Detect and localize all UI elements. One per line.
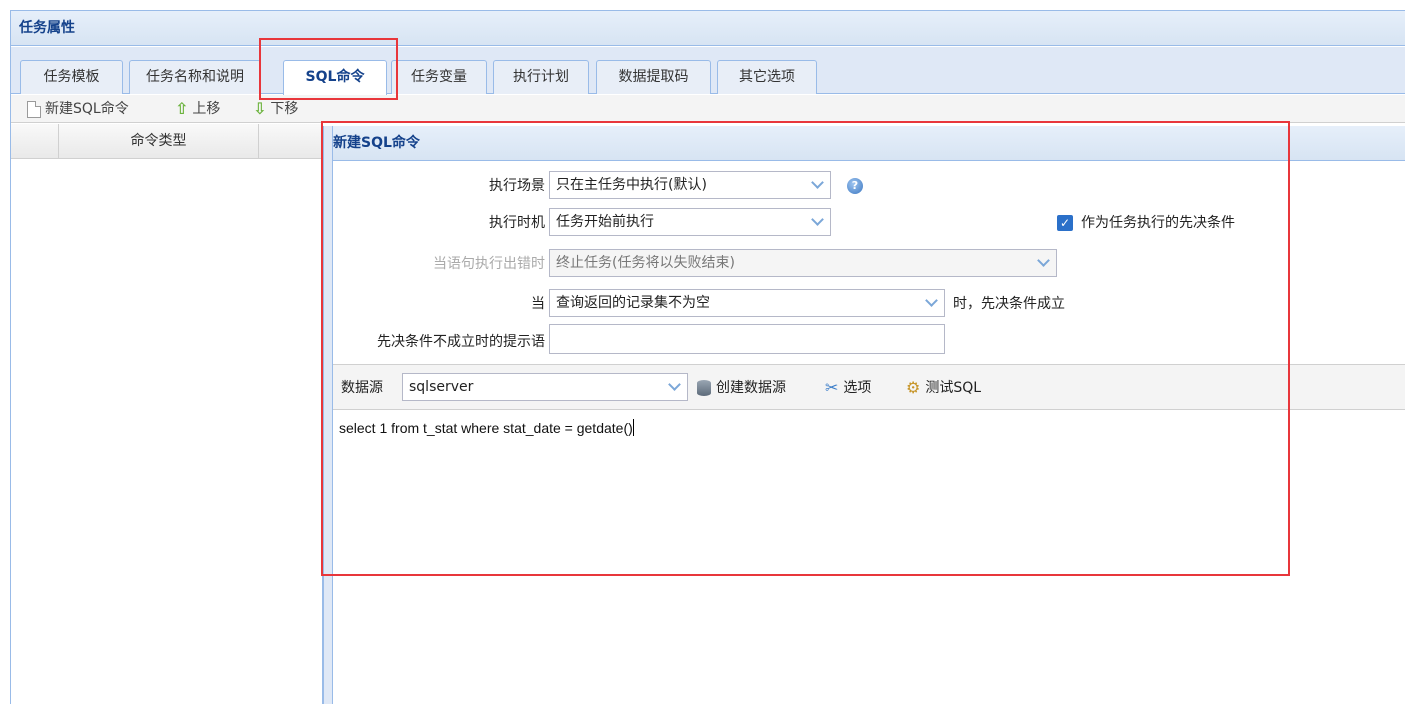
panel-title: 新建SQL命令 [333,126,1405,161]
datasource-value: sqlserver [409,379,474,395]
datasource-bar: 数据源 sqlserver 创建数据源 ✂ 选项 ⚙ 测试SQL [333,364,1405,410]
when-dropdown-trigger[interactable] [918,290,944,316]
move-down-label: 下移 [270,101,299,117]
timing-select[interactable]: 任务开始前执行 [549,208,831,236]
scene-dropdown-trigger[interactable] [804,172,830,198]
prompt-input[interactable] [549,324,945,354]
window-title: 任务属性 [11,11,1405,46]
text-caret [632,419,634,436]
when-select[interactable]: 查询返回的记录集不为空 [549,289,945,317]
chevron-down-icon [667,378,681,391]
scene-label: 执行场景 [489,178,545,194]
tab-data-extract[interactable]: 数据提取码 [596,60,711,94]
grid-header-blank [11,124,59,159]
test-sql-button[interactable]: ⚙ 测试SQL [906,377,981,399]
tab-task-template[interactable]: 任务模板 [20,60,123,94]
tab-sql-command[interactable]: SQL命令 [283,60,387,95]
move-up-button[interactable]: ⇧ 上移 [175,99,220,119]
datasource-label: 数据源 [341,380,383,396]
when-label: 当 [531,296,545,312]
arrow-up-icon: ⇧ [175,99,189,118]
toolbar: 新建SQL命令 ⇧ 上移 ⇩ 下移 [11,95,1405,123]
pane-splitter[interactable] [323,126,333,704]
when-suffix: 时，先决条件成立 [953,296,1065,312]
column-command-type[interactable]: 命令类型 [59,124,259,159]
onerror-value: 终止任务(任务将以失败结束) [556,255,735,271]
create-datasource-button[interactable]: 创建数据源 [697,377,786,399]
help-icon[interactable]: ? [847,178,863,194]
sql-editor[interactable]: select 1 from t_stat where stat_date = g… [333,411,1405,704]
sql-form: 执行场景 只在主任务中执行(默认) ? 执行时机 任务开始前执行 ✓ 作为任务执… [333,162,1405,364]
options-button[interactable]: ✂ 选项 [825,377,871,399]
test-sql-label: 测试SQL [925,380,982,396]
options-label: 选项 [843,380,872,396]
chevron-down-icon [810,176,824,189]
tools-icon: ✂ [825,378,839,397]
onerror-dropdown-trigger[interactable] [1030,250,1056,276]
tab-other-options[interactable]: 其它选项 [717,60,817,94]
tab-schedule[interactable]: 执行计划 [493,60,589,94]
create-datasource-label: 创建数据源 [716,380,786,396]
command-list-pane: 命令类型 [11,124,323,704]
tab-task-name[interactable]: 任务名称和说明 [129,60,261,94]
precondition-label[interactable]: 作为任务执行的先决条件 [1081,210,1235,236]
datasource-dropdown-trigger[interactable] [661,374,687,400]
scene-select[interactable]: 只在主任务中执行(默认) [549,171,831,199]
move-up-label: 上移 [192,101,221,117]
prompt-label: 先决条件不成立时的提示语 [377,334,545,350]
sql-command-panel: 新建SQL命令 执行场景 只在主任务中执行(默认) ? 执行时机 任务开始前执行… [333,126,1405,704]
tab-task-variables[interactable]: 任务变量 [391,60,487,94]
tab-bar: 任务模板 任务名称和说明 SQL命令 任务变量 执行计划 数据提取码 其它选项 [11,47,1405,95]
timing-value: 任务开始前执行 [556,214,654,230]
when-value: 查询返回的记录集不为空 [556,295,710,311]
sql-text: select 1 from t_stat where stat_date = g… [339,420,633,436]
arrow-down-icon: ⇩ [253,99,267,118]
onerror-select[interactable]: 终止任务(任务将以失败结束) [549,249,1057,277]
timing-dropdown-trigger[interactable] [804,209,830,235]
new-sql-button[interactable]: 新建SQL命令 [27,99,129,119]
chevron-down-icon [924,294,938,307]
scene-value: 只在主任务中执行(默认) [556,177,707,193]
onerror-label: 当语句执行出错时 [433,256,545,272]
new-document-icon [27,100,41,118]
grid-header: 命令类型 [11,124,322,159]
chevron-down-icon [1036,254,1050,267]
datasource-select[interactable]: sqlserver [402,373,688,401]
new-sql-label: 新建SQL命令 [45,101,129,117]
database-icon [697,380,711,396]
move-down-button[interactable]: ⇩ 下移 [253,99,298,119]
timing-label: 执行时机 [489,215,545,231]
gear-icon: ⚙ [906,378,921,397]
precondition-checkbox[interactable]: ✓ [1057,215,1073,231]
chevron-down-icon [810,213,824,226]
